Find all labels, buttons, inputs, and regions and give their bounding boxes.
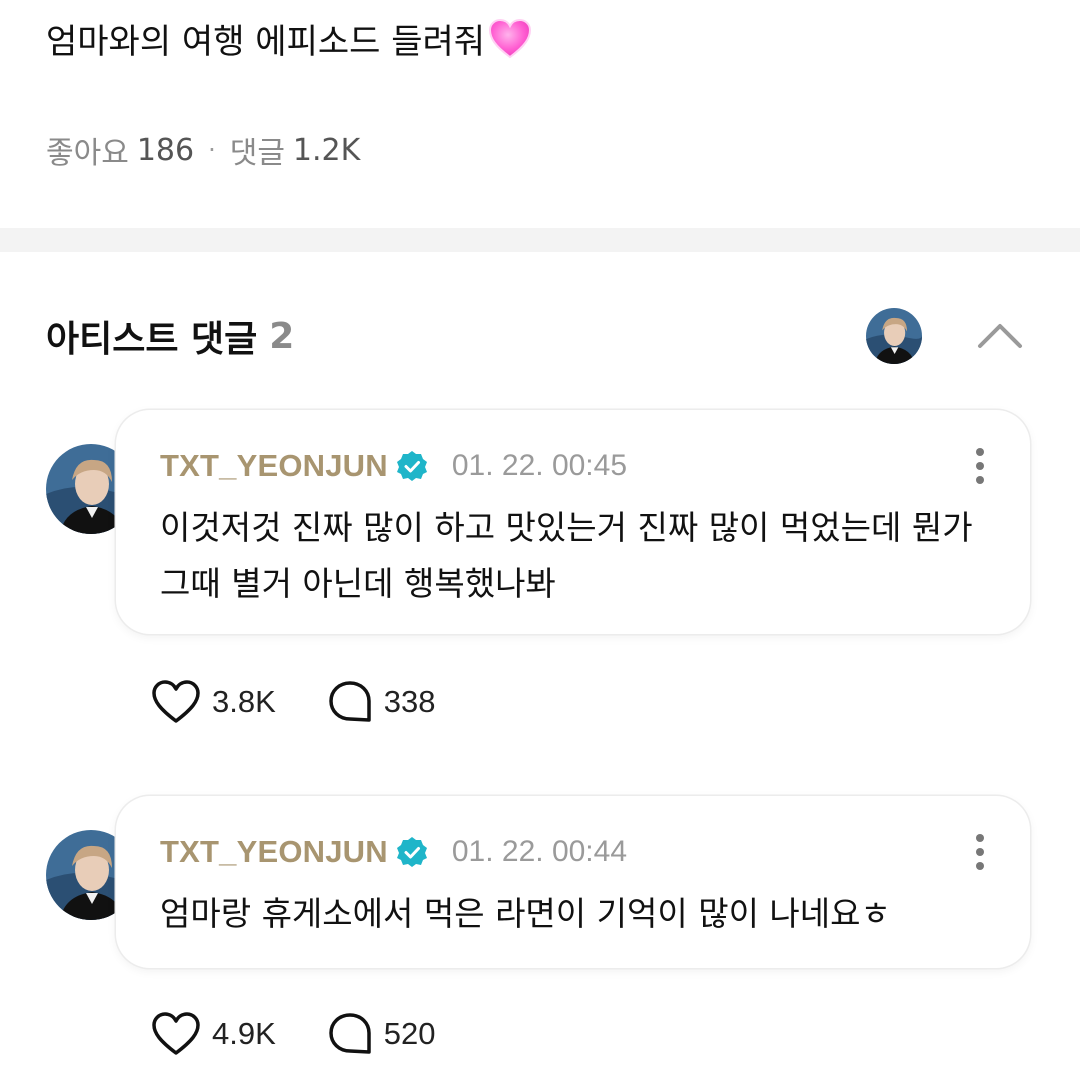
likes-label: 좋아요: [46, 136, 129, 171]
post-stats: 좋아요 186 · 댓글 1.2K: [46, 128, 360, 172]
artist-avatar[interactable]: [866, 308, 922, 364]
like-count: 4.9K: [212, 1016, 276, 1051]
comment-time: 01. 22. 00:45: [451, 449, 628, 482]
verified-icon: [396, 837, 427, 867]
like-count: 3.8K: [212, 684, 276, 719]
reply-count: 520: [383, 1016, 436, 1051]
reply-count: 338: [383, 684, 436, 719]
verified-icon: [396, 451, 427, 481]
like-button[interactable]: 4.9K: [150, 1010, 276, 1058]
avatar-image: [866, 308, 922, 364]
comment-meta: TXT_YEONJUN 01. 22. 00:45: [160, 448, 627, 484]
artist-comments-count: 2: [269, 315, 295, 357]
reply-icon: [329, 1013, 371, 1054]
post-title-text: 엄마와의 여행 에피소드 들려줘: [46, 22, 486, 62]
comments-count: 1.2K: [292, 132, 361, 168]
comment-actions: 3.8K 338: [150, 678, 486, 726]
more-icon[interactable]: [974, 832, 986, 872]
comment-text: 이것저것 진짜 많이 하고 맛있는거 진짜 많이 먹었는데 뭔가 그때 별거 아…: [160, 508, 973, 603]
comments-label: 댓글: [229, 136, 285, 171]
heart-icon: [152, 680, 200, 723]
reply-button[interactable]: 338: [326, 679, 436, 725]
comment-text: 엄마랑 휴게소에서 먹은 라면이 기억이 많이 나네요ㅎ: [160, 894, 891, 933]
chevron-up-icon[interactable]: [974, 316, 1026, 356]
comment-bubble: TXT_YEONJUN 01. 22. 00:44 엄마랑 휴게소에서 먹은 라…: [116, 796, 1030, 968]
reply-button[interactable]: 520: [326, 1011, 436, 1057]
reply-icon: [329, 681, 371, 722]
section-divider: [0, 228, 1080, 252]
more-icon[interactable]: [974, 446, 986, 486]
likes-count: 186: [136, 132, 195, 168]
like-button[interactable]: 3.8K: [150, 678, 276, 726]
post-title: 엄마와의 여행 에피소드 들려줘: [46, 14, 533, 63]
username[interactable]: TXT_YEONJUN: [160, 448, 388, 484]
comment-meta: TXT_YEONJUN 01. 22. 00:44: [160, 834, 627, 870]
comment-time: 01. 22. 00:44: [451, 835, 628, 868]
username[interactable]: TXT_YEONJUN: [160, 834, 388, 870]
comment-actions: 4.9K 520: [150, 1010, 486, 1058]
artist-comments-title: 아티스트 댓글: [46, 319, 258, 360]
separator-dot: ·: [208, 136, 216, 164]
heart-icon: [152, 1012, 200, 1055]
artist-comments-header: 아티스트 댓글 2: [46, 310, 294, 362]
comment-bubble: TXT_YEONJUN 01. 22. 00:45 이것저것 진짜 많이 하고 …: [116, 410, 1030, 634]
pink-heart-emoji: [489, 18, 532, 58]
